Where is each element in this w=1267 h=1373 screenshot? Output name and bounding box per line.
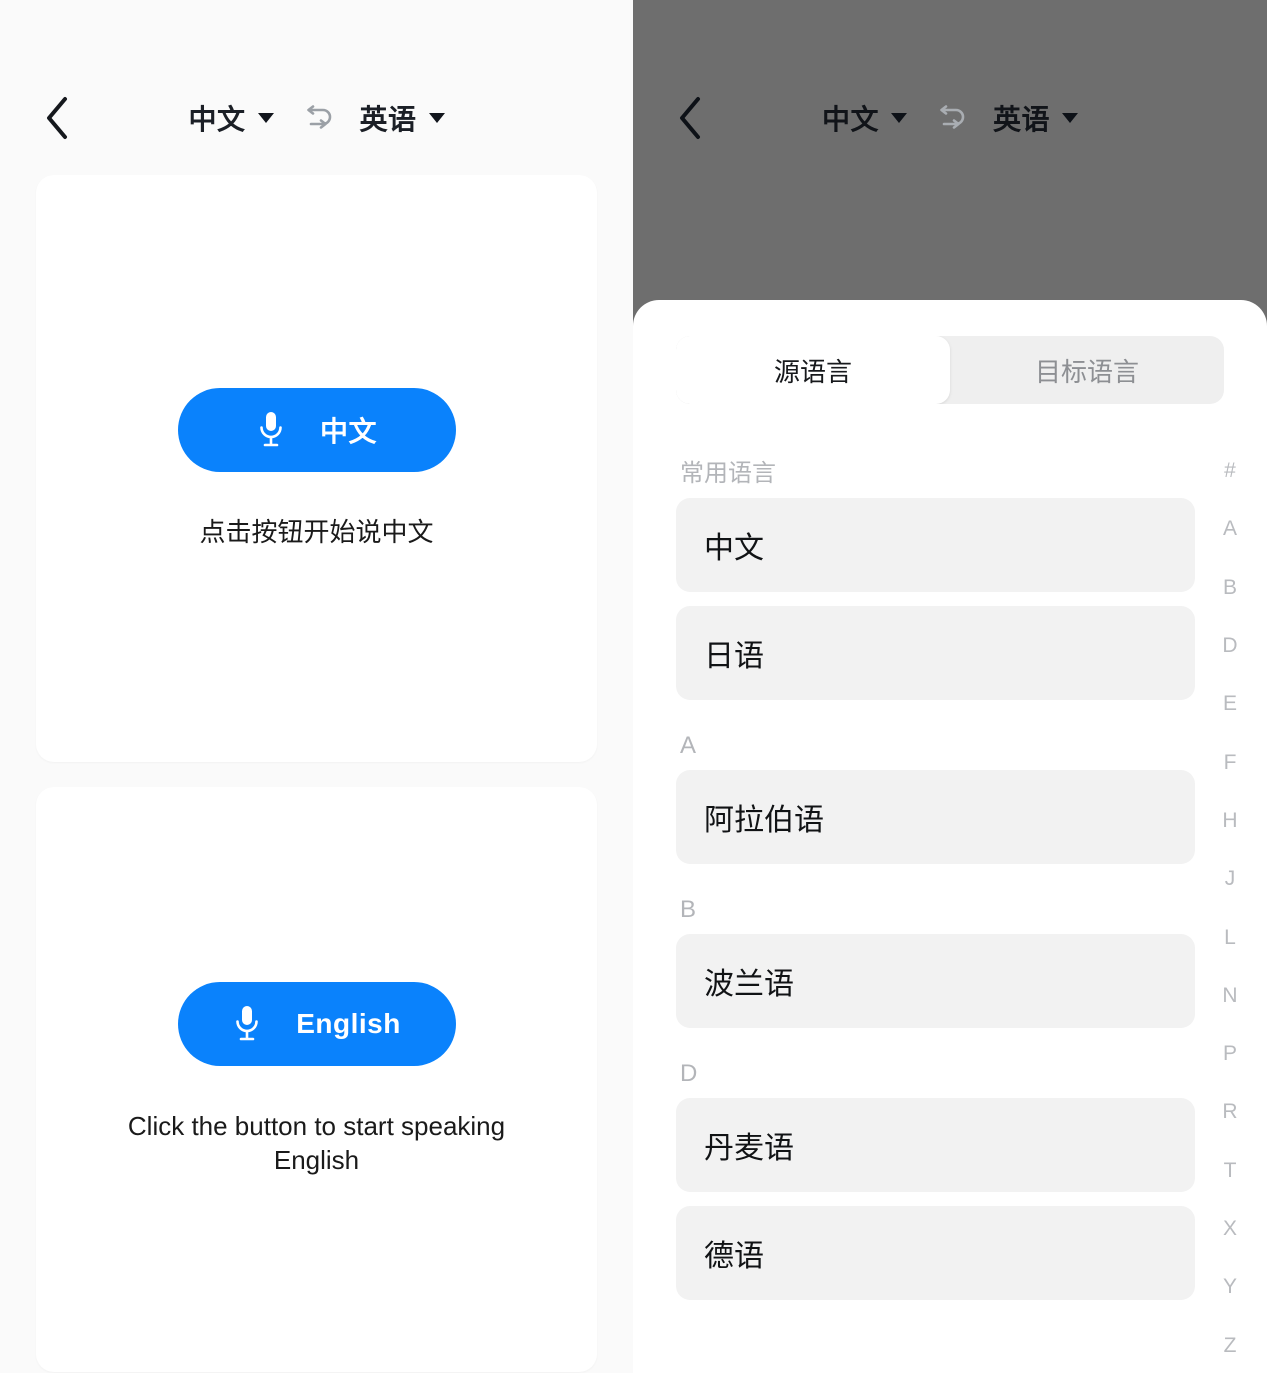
target-language-label: 英语: [993, 103, 1051, 135]
language-switcher: 中文 英语: [188, 97, 445, 139]
target-language-selector[interactable]: 英语: [993, 98, 1079, 138]
source-language-selector[interactable]: 中文: [188, 98, 274, 138]
index-letter[interactable]: E: [1213, 675, 1247, 733]
right-screen-language-picker: 中文 英语 源语言 目标语言 常用语言 中文 日语 A 阿拉伯语 B 波兰语 D…: [633, 0, 1267, 1373]
index-letter[interactable]: J: [1213, 850, 1247, 908]
index-letter[interactable]: Z: [1213, 1316, 1247, 1373]
target-language-label: 英语: [359, 103, 417, 135]
tab-target-language-label: 目标语言: [1034, 356, 1139, 387]
list-item[interactable]: 日语: [676, 606, 1195, 700]
section-header-d: D: [680, 1060, 698, 1087]
chevron-down-icon: [257, 112, 274, 123]
language-picker-sheet: 源语言 目标语言 常用语言 中文 日语 A 阿拉伯语 B 波兰语 D 丹麦语 德…: [633, 300, 1267, 1373]
source-language-label: 中文: [821, 103, 879, 135]
section-header-common: 常用语言: [680, 459, 776, 487]
list-item[interactable]: 德语: [676, 1206, 1195, 1300]
source-mic-button[interactable]: 中文: [177, 387, 456, 472]
chevron-down-icon: [1062, 112, 1079, 123]
left-screen-translator-home: 中文 英语 中文 点击按钮开始说中文 English Click the but…: [0, 0, 633, 1373]
index-letter[interactable]: L: [1213, 908, 1247, 966]
index-letter[interactable]: F: [1213, 733, 1247, 791]
language-scope-tabs: 源语言 目标语言: [676, 336, 1224, 404]
speak-cards: 中文 点击按钮开始说中文 English Click the button to…: [0, 175, 633, 1372]
list-item[interactable]: 波兰语: [676, 934, 1195, 1028]
tab-target-language[interactable]: 目标语言: [950, 336, 1224, 404]
target-mic-button[interactable]: English: [177, 981, 456, 1066]
tab-source-language[interactable]: 源语言: [676, 336, 950, 404]
index-letter[interactable]: T: [1213, 1142, 1247, 1200]
swap-languages-icon[interactable]: [296, 97, 338, 139]
index-letter[interactable]: P: [1213, 1025, 1247, 1083]
source-language-label: 中文: [188, 103, 246, 135]
source-speak-card: 中文 点击按钮开始说中文: [36, 175, 597, 762]
target-mic-button-label: English: [296, 1007, 401, 1039]
section-header-b: B: [680, 896, 697, 923]
swap-languages-icon[interactable]: [929, 97, 971, 139]
list-item[interactable]: 丹麦语: [676, 1098, 1195, 1192]
tab-source-language-label: 源语言: [773, 356, 852, 387]
index-letter[interactable]: D: [1213, 617, 1247, 675]
microphone-icon: [256, 409, 286, 451]
tab-bar-wrapper: 源语言 目标语言: [633, 300, 1267, 404]
index-letter[interactable]: R: [1213, 1083, 1247, 1141]
right-app-bar-layer: 中文 英语: [633, 0, 1267, 175]
target-speak-hint: Click the button to start speaking Engli…: [127, 1110, 506, 1175]
source-speak-hint: 点击按钮开始说中文: [199, 516, 434, 547]
back-button[interactable]: [34, 95, 80, 141]
language-switcher: 中文 英语: [822, 97, 1079, 139]
microphone-icon: [232, 1003, 262, 1045]
source-language-selector[interactable]: 中文: [822, 98, 907, 138]
index-letter[interactable]: N: [1213, 967, 1247, 1025]
status-bar: [633, 0, 1267, 60]
list-item[interactable]: 中文: [676, 498, 1195, 592]
target-speak-card: English Click the button to start speaki…: [36, 787, 597, 1372]
language-list-area: 常用语言 中文 日语 A 阿拉伯语 B 波兰语 D 丹麦语 德语 # A B D: [633, 442, 1267, 1373]
chevron-down-icon: [428, 112, 445, 123]
chevron-down-icon: [891, 112, 907, 123]
chevron-left-icon: [677, 96, 703, 140]
right-app-bar: 中文 英语: [633, 60, 1267, 175]
dual-screenshot-container: 中文 英语 中文 点击按钮开始说中文 English Click the but…: [0, 0, 1267, 1373]
index-letter[interactable]: B: [1213, 559, 1247, 617]
index-letter[interactable]: X: [1213, 1200, 1247, 1258]
index-letter[interactable]: A: [1213, 500, 1247, 558]
index-letter[interactable]: #: [1213, 442, 1247, 500]
target-language-selector[interactable]: 英语: [360, 98, 445, 138]
index-letter[interactable]: H: [1213, 792, 1247, 850]
status-bar: [0, 0, 633, 60]
language-list-scroll[interactable]: 常用语言 中文 日语 A 阿拉伯语 B 波兰语 D 丹麦语 德语: [633, 442, 1267, 1300]
list-item[interactable]: 阿拉伯语: [676, 770, 1195, 864]
alphabet-index-bar[interactable]: # A B D E F H J L N P R T X Y Z: [1213, 442, 1247, 1373]
back-button[interactable]: [667, 95, 713, 141]
source-mic-button-label: 中文: [319, 415, 377, 447]
section-header-a: A: [680, 732, 697, 759]
index-letter[interactable]: Y: [1213, 1258, 1247, 1316]
chevron-left-icon: [44, 96, 70, 140]
left-app-bar: 中文 英语: [0, 60, 633, 175]
